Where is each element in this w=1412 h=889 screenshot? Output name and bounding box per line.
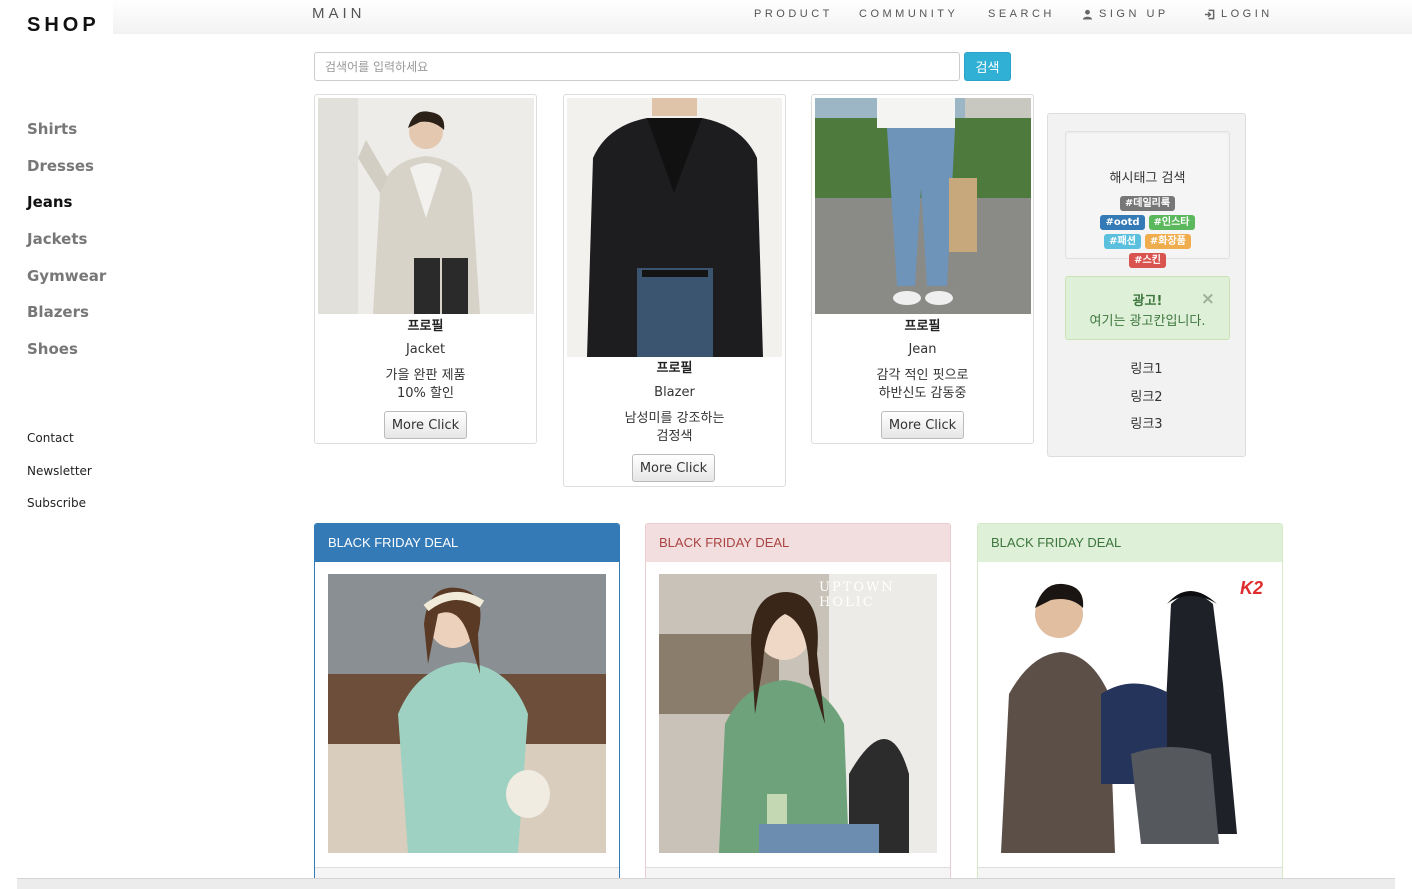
nav-search-label: SEARCH — [988, 8, 1055, 20]
k2-logo: K2 — [1239, 578, 1263, 598]
contact-link[interactable]: Contact — [27, 431, 92, 464]
sidebar: SHOP Shirts Dresses Jeans Jackets Gymwea… — [0, 0, 113, 889]
hashtag-insta[interactable]: #인스타 — [1148, 215, 1195, 230]
hashtag-list: #데일리룩 #ootd #인스타 #패션 #화장품 #스킨 — [1066, 196, 1229, 268]
deal-panel-danger: BLACK FRIDAY DEAL UPTOWN HOLIC — [645, 523, 951, 889]
search-button[interactable]: 검색 — [964, 52, 1011, 81]
nav-signup-label: SIGN UP — [1099, 8, 1169, 20]
product-name: Jacket — [405, 342, 446, 357]
deal-photo-green-knit[interactable]: UPTOWN HOLIC — [659, 574, 937, 853]
product-desc-line1: 가을 완판 제품 — [385, 368, 466, 383]
product-title: 프로필 — [904, 319, 941, 334]
product-desc: 가을 완판 제품 10% 할인 — [315, 367, 536, 403]
product-desc-line2: 10% 할인 — [397, 386, 454, 401]
product-name: Jean — [908, 342, 937, 357]
nav-product[interactable]: PRODUCT — [754, 8, 833, 20]
deal-panel-primary: BLACK FRIDAY DEAL — [314, 523, 620, 889]
product-desc-line2: 검정색 — [656, 429, 693, 444]
close-icon[interactable]: × — [1201, 289, 1215, 309]
deal-photo-sweater[interactable] — [328, 574, 606, 853]
sidebar-item-dresses[interactable]: Dresses — [27, 157, 106, 194]
ad-alert: 광고! 여기는 광고칸입니다. × — [1065, 276, 1230, 340]
deal-photo-outerwear[interactable]: K2 — [991, 574, 1269, 853]
deal-heading: BLACK FRIDAY DEAL — [646, 524, 950, 562]
product-desc-line1: 감각 적인 핏으로 — [876, 368, 969, 383]
product-name: Blazer — [654, 385, 695, 400]
sidebar-item-gymwear[interactable]: Gymwear — [27, 267, 106, 304]
subscribe-link[interactable]: Subscribe — [27, 496, 92, 529]
link-3[interactable]: 링크3 — [1048, 413, 1245, 441]
hashtag-ootd[interactable]: #ootd — [1100, 215, 1145, 230]
product-photo-jean — [815, 98, 1031, 314]
product-desc-line1: 남성미를 강조하는 — [624, 411, 725, 426]
sidebar-item-shirts[interactable]: Shirts — [27, 120, 106, 157]
product-photo-blazer — [567, 98, 782, 357]
nav-signup[interactable]: SIGN UP — [1082, 8, 1169, 20]
sidebar-item-jackets[interactable]: Jackets — [27, 230, 106, 267]
watermark-text: UPTOWN HOLIC — [819, 580, 895, 610]
product-card-jacket: 프로필 Jacket 가을 완판 제품 10% 할인 More Click — [314, 94, 537, 444]
right-panel: 해시태그 검색 #데일리룩 #ootd #인스타 #패션 #화장품 #스킨 광고… — [1047, 113, 1246, 457]
nav-community-label: COMMUNITY — [859, 8, 959, 20]
hashtag-title: 해시태그 검색 — [1109, 171, 1186, 186]
sidebar-item-blazers[interactable]: Blazers — [27, 303, 106, 340]
product-photo-jacket — [318, 98, 534, 314]
more-click-button[interactable]: More Click — [384, 411, 467, 439]
product-card-blazer: 프로필 Blazer 남성미를 강조하는 검정색 More Click — [563, 94, 786, 487]
product-desc: 남성미를 강조하는 검정색 — [564, 410, 785, 446]
category-list: Shirts Dresses Jeans Jackets Gymwear Bla… — [27, 120, 106, 377]
newsletter-link[interactable]: Newsletter — [27, 464, 92, 497]
search-input[interactable] — [314, 52, 960, 81]
product-desc: 감각 적인 핏으로 하반신도 감동중 — [812, 367, 1033, 403]
footer-links: Contact Newsletter Subscribe — [27, 431, 92, 529]
nav-product-label: PRODUCT — [754, 8, 833, 20]
hashtag-skin[interactable]: #스킨 — [1129, 253, 1166, 268]
link-list: 링크1 링크2 링크3 — [1048, 358, 1245, 441]
sidebar-item-jeans[interactable]: Jeans — [27, 193, 106, 230]
nav-login[interactable]: LOGIN — [1204, 8, 1273, 20]
product-title: 프로필 — [656, 361, 693, 376]
product-card-jean: 프로필 Jean 감각 적인 핏으로 하반신도 감동중 More Click — [811, 94, 1034, 444]
login-icon — [1204, 9, 1215, 19]
ad-text: 여기는 광고칸입니다. — [1089, 314, 1206, 329]
nav-login-label: LOGIN — [1221, 8, 1273, 20]
deal-heading: BLACK FRIDAY DEAL — [315, 524, 619, 562]
more-click-button[interactable]: More Click — [881, 411, 964, 439]
deal-heading: BLACK FRIDAY DEAL — [978, 524, 1282, 562]
sidebar-item-shoes[interactable]: Shoes — [27, 340, 106, 377]
brand-logo[interactable]: SHOP — [27, 14, 100, 37]
product-desc-line2: 하반신도 감동중 — [878, 386, 967, 401]
hashtag-cosmetics[interactable]: #화장품 — [1144, 234, 1191, 249]
link-1[interactable]: 링크1 — [1048, 358, 1245, 386]
horizontal-scrollbar[interactable] — [17, 878, 1395, 889]
deal-panel-success: BLACK FRIDAY DEAL K2 — [977, 523, 1283, 889]
product-title: 프로필 — [407, 319, 444, 334]
link-2[interactable]: 링크2 — [1048, 386, 1245, 414]
nav-search[interactable]: SEARCH — [988, 8, 1055, 20]
user-icon — [1082, 9, 1093, 20]
hashtag-fashion[interactable]: #패션 — [1104, 234, 1141, 249]
hashtag-box: 해시태그 검색 #데일리룩 #ootd #인스타 #패션 #화장품 #스킨 — [1065, 131, 1230, 268]
hashtag-dailylook[interactable]: #데일리룩 — [1119, 196, 1176, 211]
more-click-button[interactable]: More Click — [632, 454, 715, 482]
nav-main-link[interactable]: MAIN — [312, 5, 366, 22]
nav-community[interactable]: COMMUNITY — [859, 8, 958, 20]
top-navbar: MAIN PRODUCT COMMUNITY SEARCH SIGN UP LO… — [113, 0, 1412, 34]
